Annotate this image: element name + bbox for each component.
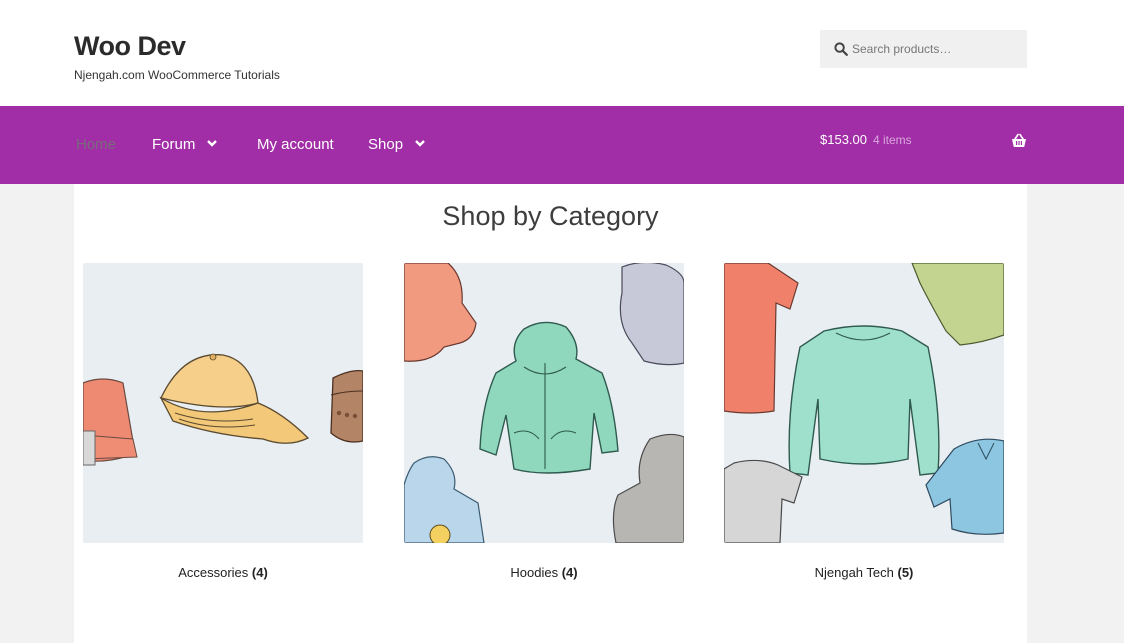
category-name: Hoodies: [510, 565, 559, 580]
category-njengah-tech[interactable]: Njengah Tech (5): [724, 263, 1004, 580]
section-title: Shop by Category: [442, 201, 659, 231]
cart-total: $153.00: [820, 132, 867, 147]
basket-icon[interactable]: [1011, 133, 1027, 149]
category-name: Njengah Tech: [814, 565, 894, 580]
nav-item-shop[interactable]: Shop: [368, 136, 425, 153]
category-hoodies-label[interactable]: Hoodies (4): [404, 565, 684, 580]
category-count: (5): [897, 565, 914, 580]
nav-item-my-account[interactable]: My account: [257, 136, 334, 153]
category-hoodies[interactable]: Hoodies (4): [404, 263, 684, 580]
category-count: (4): [251, 565, 268, 580]
search-icon: [834, 42, 848, 56]
nav-item-forum[interactable]: Forum: [152, 136, 218, 153]
accessories-image[interactable]: [83, 263, 363, 543]
category-accessories[interactable]: Accessories (4): [83, 263, 363, 580]
site-title[interactable]: Woo Dev: [74, 31, 186, 62]
category-accessories-label[interactable]: Accessories (4): [83, 565, 363, 580]
nav-item-shop-label: Shop: [368, 136, 404, 153]
site-description: Njengah.com WooCommerce Tutorials: [74, 68, 280, 82]
cart-count: 4 items: [873, 133, 912, 147]
primary-navigation: Home Forum My account Shop $153.00 4 item…: [0, 106, 1124, 184]
main-content: Shop by Category Accessories (4) Hoodies…: [74, 184, 1027, 643]
chevron-down-icon: [207, 139, 218, 147]
cart-summary[interactable]: $153.00 4 items: [820, 132, 912, 147]
category-count: (4): [561, 565, 578, 580]
site-header: Woo Dev Njengah.com WooCommerce Tutorial…: [0, 0, 1124, 106]
njengah-tech-image[interactable]: [724, 263, 1004, 543]
nav-item-forum-label: Forum: [152, 136, 196, 153]
search-input[interactable]: [852, 30, 1022, 68]
category-name: Accessories: [178, 565, 249, 580]
category-njengah-tech-label[interactable]: Njengah Tech (5): [724, 565, 1004, 580]
chevron-down-icon: [415, 139, 425, 147]
hoodies-image[interactable]: [404, 263, 684, 543]
nav-item-home[interactable]: Home: [76, 136, 116, 153]
search-box[interactable]: [820, 30, 1027, 68]
